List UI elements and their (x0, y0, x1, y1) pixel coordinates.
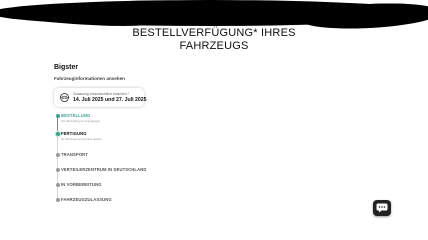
chat-icon (376, 203, 388, 213)
timeline-step-transport: TRANSPORT (61, 152, 88, 157)
vehicle-info-link[interactable]: Fahrzeuginformationen ansehen (54, 76, 125, 81)
chat-button[interactable] (373, 200, 391, 216)
timeline-step-bestellung-sub: Ihre Bestellung ist eingegangen (61, 118, 101, 123)
page-title-line-1: BESTELLVERFÜGUNG* IHRES (132, 27, 296, 39)
timeline-dot-vorbereitung (55, 183, 60, 187)
delivery-estimate-card: Zulassung voraussichtlich zwischen * 14.… (54, 88, 147, 107)
vehicle-model-name: Bigster (54, 64, 79, 71)
timeline-dot-zulassung (55, 198, 60, 202)
delivery-dates: 14. Juli 2025 und 27. Juli 2025 (73, 97, 147, 103)
timeline-step-verteilerzentrum: VERTEILERZENTRUM IN DEUTSCHLAND (61, 167, 147, 172)
car-delivery-icon (60, 93, 69, 102)
page-title: BESTELLVERFÜGUNG* IHRES FAHRZEUGS (0, 27, 428, 52)
timeline-step-vorbereitung: IN VORBEREITUNG (61, 182, 102, 187)
timeline-dot-bestellung (55, 114, 60, 118)
timeline-dot-transport (55, 153, 60, 157)
page-title-line-2: FAHRZEUGS (179, 39, 249, 52)
timeline-step-zulassung: FAHRZEUGZULASSUNG (61, 197, 112, 202)
timeline-step-fertigung-sub: Ihr Fahrzeug wird gerade gebaut (61, 137, 102, 141)
timeline-step-fertigung: FERTIGUNG (61, 131, 87, 136)
delivery-label: Zulassung voraussichtlich zwischen * (73, 91, 129, 96)
timeline-dot-fertigung (55, 132, 60, 136)
timeline-step-bestellung: BESTELLUNG (61, 113, 91, 118)
timeline-dot-verteilerzentrum (55, 168, 60, 172)
